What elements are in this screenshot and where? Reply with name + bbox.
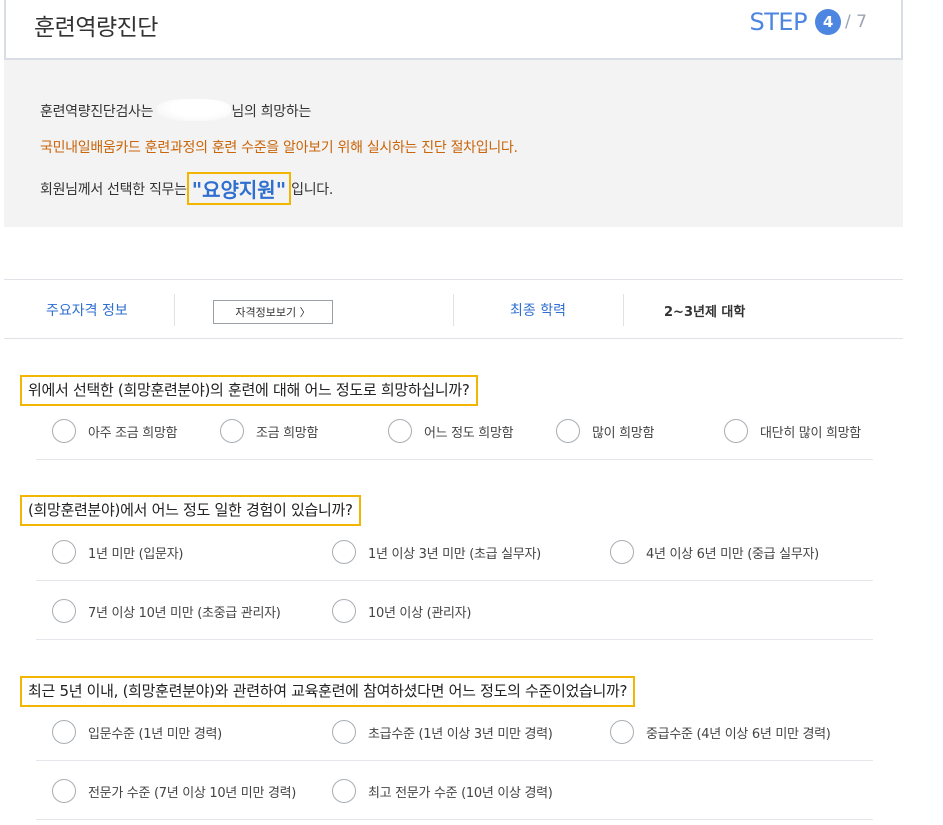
- page-header: 훈련역량진단 STEP 4 / 7: [4, 0, 903, 60]
- radio-circle-icon[interactable]: [610, 540, 634, 564]
- option-label: 1년 미만 (입문자): [88, 546, 184, 562]
- divider: [453, 294, 454, 326]
- divider: [36, 760, 873, 761]
- option-label: 초급수준 (1년 이상 3년 미만 경력): [368, 726, 553, 742]
- q3-option-2[interactable]: 초급수준 (1년 이상 3년 미만 경력): [332, 720, 553, 744]
- view-qualification-button[interactable]: 자격정보보기 〉: [213, 300, 333, 324]
- q2-option-4[interactable]: 7년 이상 10년 미만 (초중급 관리자): [52, 599, 281, 623]
- option-label: 7년 이상 10년 미만 (초중급 관리자): [88, 605, 281, 621]
- radio-circle-icon[interactable]: [52, 720, 76, 744]
- q1-option-3[interactable]: 어느 정도 희망함: [388, 419, 514, 443]
- intro-line-1: 훈련역량진단검사는 님의 희망하는: [40, 99, 311, 121]
- q3-option-4[interactable]: 전문가 수준 (7년 이상 10년 미만 경력): [52, 779, 296, 803]
- q2-option-1[interactable]: 1년 미만 (입문자): [52, 540, 183, 564]
- intro-line-3-suffix: 입니다.: [291, 182, 334, 198]
- intro-line-1-suffix: 님의 희망하는: [231, 104, 312, 120]
- radio-circle-icon[interactable]: [332, 599, 356, 623]
- q3-option-1[interactable]: 입문수준 (1년 미만 경력): [52, 720, 222, 744]
- radio-circle-icon[interactable]: [52, 540, 76, 564]
- option-label: 1년 이상 3년 미만 (초급 실무자): [368, 546, 541, 562]
- q1-option-2[interactable]: 조금 희망함: [220, 419, 318, 443]
- divider: [36, 459, 873, 460]
- radio-circle-icon[interactable]: [52, 599, 76, 623]
- q2-option-3[interactable]: 4년 이상 6년 미만 (중급 실무자): [610, 540, 819, 564]
- step-total: / 7: [845, 12, 867, 32]
- option-label: 어느 정도 희망함: [424, 425, 514, 441]
- radio-circle-icon[interactable]: [388, 419, 412, 443]
- option-label: 4년 이상 6년 미만 (중급 실무자): [646, 546, 819, 562]
- q1-option-4[interactable]: 많이 희망함: [556, 419, 654, 443]
- divider: [36, 819, 873, 820]
- radio-circle-icon[interactable]: [220, 419, 244, 443]
- q3-option-3[interactable]: 중급수준 (4년 이상 6년 미만 경력): [610, 720, 831, 744]
- step-indicator: STEP 4 / 7: [750, 8, 867, 36]
- step-label: STEP: [749, 8, 808, 36]
- radio-circle-icon[interactable]: [556, 419, 580, 443]
- option-label: 중급수준 (4년 이상 6년 미만 경력): [646, 726, 831, 742]
- radio-circle-icon[interactable]: [332, 779, 356, 803]
- divider: [36, 639, 873, 640]
- option-label: 10년 이상 (관리자): [368, 605, 472, 621]
- q2-option-2[interactable]: 1년 이상 3년 미만 (초급 실무자): [332, 540, 541, 564]
- option-label: 많이 희망함: [592, 425, 655, 441]
- intro-line-1-prefix: 훈련역량진단검사는: [40, 104, 154, 120]
- option-label: 조금 희망함: [256, 425, 319, 441]
- radio-circle-icon[interactable]: [52, 419, 76, 443]
- q2-option-5[interactable]: 10년 이상 (관리자): [332, 599, 471, 623]
- divider: [36, 580, 873, 581]
- question-1-text: 위에서 선택한 (희망훈련분야)의 훈련에 대해 어느 정도로 희망하십니까?: [20, 375, 478, 406]
- question-3-text: 최근 5년 이내, (희망훈련분야)와 관련하여 교육훈련에 참여하셨다면 어느…: [20, 676, 636, 707]
- intro-line-3: 회원님께서 선택한 직무는 "요양지원" 입니다.: [40, 172, 333, 205]
- option-label: 최고 전문가 수준 (10년 이상 경력): [368, 785, 553, 801]
- intro-box: 훈련역량진단검사는 님의 희망하는 국민내일배움카드 훈련과정의 훈련 수준을 …: [4, 60, 903, 227]
- divider: [174, 294, 175, 326]
- blurred-user-name: [157, 99, 232, 121]
- option-label: 전문가 수준 (7년 이상 10년 미만 경력): [88, 785, 297, 801]
- education-label: 최종 학력: [510, 303, 566, 319]
- radio-circle-icon[interactable]: [52, 779, 76, 803]
- radio-circle-icon[interactable]: [332, 540, 356, 564]
- q1-option-1[interactable]: 아주 조금 희망함: [52, 419, 178, 443]
- q3-option-5[interactable]: 최고 전문가 수준 (10년 이상 경력): [332, 779, 553, 803]
- education-value: 2~3년제 대학: [664, 305, 746, 320]
- radio-circle-icon[interactable]: [724, 419, 748, 443]
- q1-option-5[interactable]: 대단히 많이 희망함: [724, 419, 861, 443]
- qualification-label: 주요자격 정보: [46, 303, 128, 319]
- selected-job: "요양지원": [186, 172, 292, 205]
- option-label: 입문수준 (1년 미만 경력): [88, 726, 222, 742]
- option-label: 아주 조금 희망함: [88, 425, 178, 441]
- question-2-text: (희망훈련분야)에서 어느 정도 일한 경험이 있습니까?: [20, 495, 361, 526]
- intro-line-2: 국민내일배움카드 훈련과정의 훈련 수준을 알아보기 위해 실시하는 진단 절차…: [40, 140, 518, 156]
- radio-circle-icon[interactable]: [610, 720, 634, 744]
- intro-line-3-prefix: 회원님께서 선택한 직무는: [40, 182, 187, 198]
- option-label: 대단히 많이 희망함: [760, 425, 861, 441]
- radio-circle-icon[interactable]: [332, 720, 356, 744]
- qualification-bar: 주요자격 정보 자격정보보기 〉 최종 학력 2~3년제 대학: [4, 279, 903, 339]
- divider: [623, 294, 624, 326]
- page-title: 훈련역량진단: [34, 15, 158, 41]
- step-current-badge: 4: [815, 9, 842, 35]
